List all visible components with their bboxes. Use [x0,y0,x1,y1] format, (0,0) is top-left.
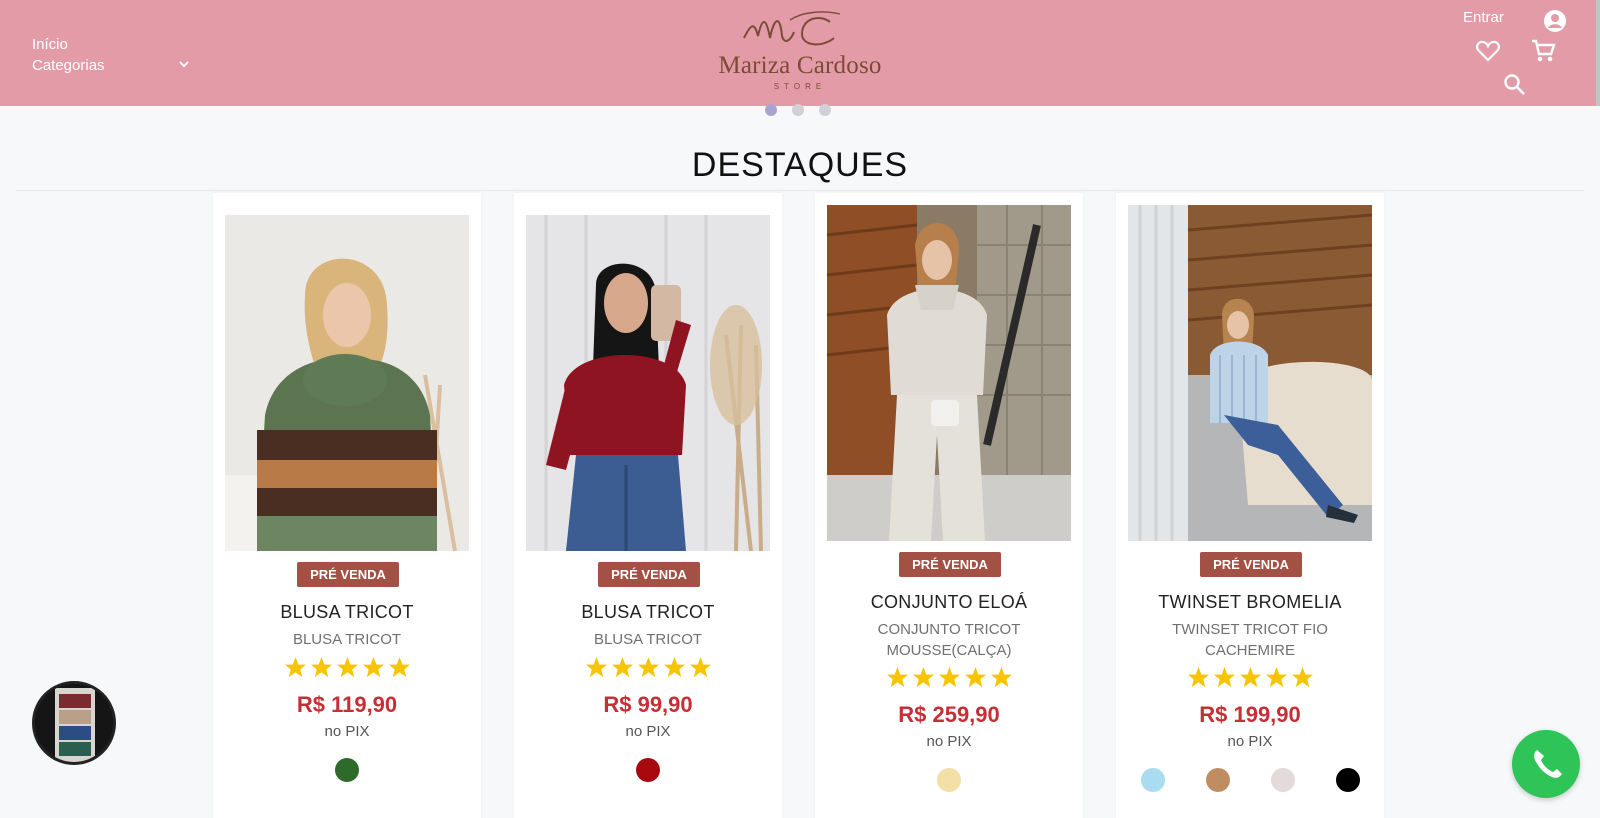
price-note: no PIX [926,733,972,750]
star-icon [362,656,384,678]
product-name[interactable]: BLUSA TRICOT [213,602,481,623]
star-icon [912,666,934,688]
star-icon [1239,666,1261,688]
color-swatches [815,768,1083,792]
color-swatches [514,758,782,782]
star-icon [1265,666,1287,688]
star-icon [990,666,1012,688]
carousel-indicators [765,104,831,116]
product-subtitle: TWINSET TRICOT FIO CACHEMIRE [1172,621,1328,659]
star-icon [388,656,410,678]
product-subtitle: BLUSA TRICOT [593,631,703,648]
product-subtitle: CONJUNTO TRICOT MOUSSE(CALÇA) [877,621,1021,659]
pre-sale-badge: PRÉ VENDA [297,562,399,587]
product-card[interactable]: PRÉ VENDA BLUSA TRICOT BLUSA TRICOT R$ 9… [514,193,782,818]
product-image[interactable] [827,205,1071,541]
site-header: Início Categorias Mariza Cardoso STORE E… [0,0,1600,106]
color-swatch[interactable] [937,768,961,792]
product-price: R$ 99,90 [603,692,693,717]
logo-name: Mariza Cardoso [718,52,882,79]
heart-icon[interactable] [1475,39,1501,63]
scrollbar[interactable] [1596,0,1600,106]
product-image[interactable] [526,215,770,551]
star-icon [663,656,685,678]
rating-stars [514,656,782,679]
product-price: R$ 199,90 [1199,702,1301,727]
star-icon [1291,666,1313,688]
story-thumbnail [35,684,113,762]
product-price: R$ 259,90 [898,702,1000,727]
product-card[interactable]: PRÉ VENDA BLUSA TRICOT BLUSA TRICOT R$ 1… [213,193,481,818]
store-logo[interactable]: Mariza Cardoso STORE [700,8,900,96]
product-subtitle: BLUSA TRICOT [292,631,402,648]
pre-sale-badge: PRÉ VENDA [1200,552,1302,577]
pre-sale-badge: PRÉ VENDA [899,552,1001,577]
account-icon[interactable] [1543,9,1567,33]
star-icon [964,666,986,688]
carousel-dot[interactable] [792,104,804,116]
color-swatch[interactable] [1205,768,1230,792]
rating-stars [815,666,1083,689]
section-divider [16,190,1584,191]
color-swatches [1116,768,1384,792]
product-name[interactable]: BLUSA TRICOT [514,602,782,623]
nav-categories-dropdown[interactable]: Categorias [32,55,105,76]
product-name[interactable]: TWINSET BROMELIA [1116,592,1384,613]
whatsapp-button[interactable] [1512,730,1580,798]
star-icon [1213,666,1235,688]
product-image[interactable] [225,215,469,551]
product-image[interactable] [1128,205,1372,541]
product-name[interactable]: CONJUNTO ELOÁ [815,592,1083,613]
star-icon [689,656,711,678]
product-card[interactable]: PRÉ VENDA CONJUNTO ELOÁ CONJUNTO TRICOT … [815,193,1083,818]
star-icon [637,656,659,678]
star-icon [585,656,607,678]
logo-monogram [743,11,841,46]
chevron-down-icon[interactable] [178,58,190,70]
price-note: no PIX [324,723,370,740]
color-swatch[interactable] [335,758,359,782]
story-bubble[interactable] [32,681,116,765]
star-icon [336,656,358,678]
color-swatch[interactable] [1270,768,1295,792]
logo-tagline: STORE [773,82,827,91]
pre-sale-badge: PRÉ VENDA [598,562,700,587]
search-icon[interactable] [1503,73,1527,97]
star-icon [310,656,332,678]
price-note: no PIX [1227,733,1273,750]
star-icon [938,666,960,688]
price-note: no PIX [625,723,671,740]
phone-icon [1534,750,1562,778]
product-card[interactable]: PRÉ VENDA TWINSET BROMELIA TWINSET TRICO… [1116,193,1384,818]
cart-icon[interactable] [1530,38,1556,64]
star-icon [611,656,633,678]
color-swatch[interactable] [1140,768,1165,792]
color-swatch[interactable] [636,758,660,782]
section-title: DESTAQUES [691,146,909,184]
nav-home-link[interactable]: Início [32,34,105,55]
star-icon [284,656,306,678]
star-icon [1187,666,1209,688]
rating-stars [213,656,481,679]
rating-stars [1116,666,1384,689]
carousel-dot[interactable] [819,104,831,116]
star-icon [886,666,908,688]
product-price: R$ 119,90 [296,692,398,717]
login-link[interactable]: Entrar [1463,9,1504,26]
color-swatches [213,758,481,782]
carousel-dot[interactable] [765,104,777,116]
color-swatch[interactable] [1335,768,1360,792]
nav-categories-label: Categorias [32,57,105,74]
main-nav: Início Categorias [32,34,189,76]
